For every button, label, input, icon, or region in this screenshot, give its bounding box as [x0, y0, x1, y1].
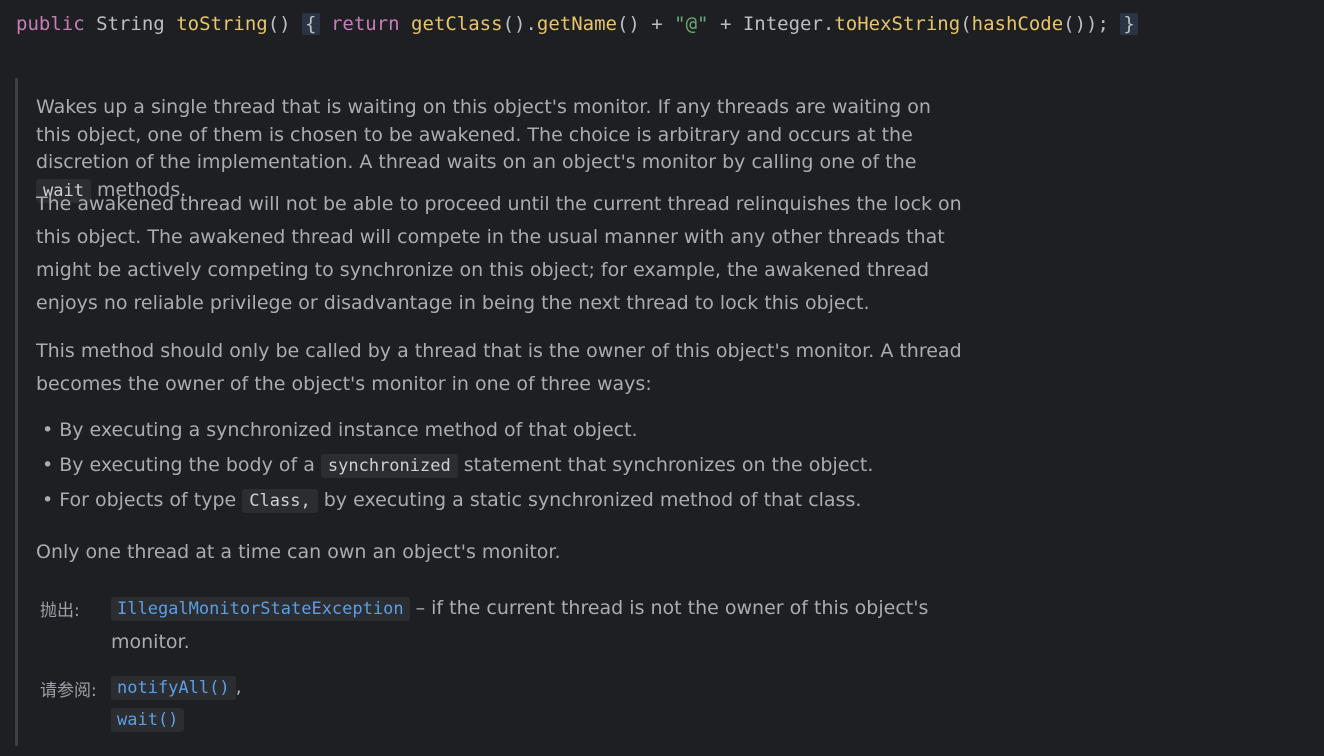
- bullet-list: • By executing a synchronized instance me…: [42, 414, 962, 519]
- throws-section: IllegalMonitorStateException – if the cu…: [111, 592, 961, 659]
- link-wait[interactable]: wait(): [111, 708, 185, 732]
- see-also-separator: ,: [235, 676, 242, 698]
- link-notifyall[interactable]: notifyAll(): [111, 676, 236, 700]
- list-item: • For objects of type Class, by executing…: [42, 484, 962, 519]
- code-dot: ().: [502, 13, 537, 35]
- inline-code-synchronized: synchronized: [320, 454, 458, 478]
- doc-paragraph-3: This method should only be called by a t…: [36, 340, 962, 395]
- see-also-section: notifyAll(), wait(): [111, 672, 511, 736]
- doc-paragraph-4: Only one thread at a time can own an obj…: [36, 541, 561, 563]
- see-also-label: 请参阅:: [40, 681, 97, 701]
- link-illegalmonitorstateexception[interactable]: IllegalMonitorStateException: [111, 597, 410, 621]
- keyword-public: public: [16, 13, 85, 35]
- see-also-item: wait(): [111, 704, 511, 736]
- list-item: • By executing the body of a synchronized…: [42, 449, 962, 484]
- folded-open-brace[interactable]: {: [302, 13, 320, 35]
- method-parens: (): [267, 13, 291, 35]
- list-item-text: by executing a static synchronized metho…: [317, 489, 862, 511]
- type-string: String: [96, 13, 165, 35]
- see-also-item: notifyAll(),: [111, 672, 511, 704]
- bullet-dot-icon: •: [42, 419, 54, 441]
- javadoc-panel: Wakes up a single thread that is waiting…: [15, 78, 978, 746]
- doc-paragraph-2: The awakened thread will not be able to …: [36, 193, 962, 314]
- method-name: toString: [176, 13, 268, 35]
- code-tail: ());: [1063, 13, 1109, 35]
- call-getclass: getClass: [411, 13, 503, 35]
- call-tohexstring: toHexString: [834, 13, 961, 35]
- call-hashcode: hashCode: [971, 13, 1064, 35]
- code-lparen: (: [960, 13, 972, 35]
- list-item-text: By executing a synchronized instance met…: [59, 419, 638, 441]
- bullet-dot-icon: •: [42, 454, 54, 476]
- bullet-dot-icon: •: [42, 489, 54, 511]
- code-line-tostring[interactable]: public String toString() { return getCla…: [16, 10, 1138, 40]
- list-item: • By executing a synchronized instance me…: [42, 414, 962, 449]
- call-getname: getName: [536, 13, 617, 35]
- list-item-text: By executing the body of a: [59, 454, 321, 476]
- throws-label: 抛出:: [40, 601, 80, 621]
- keyword-return: return: [330, 13, 400, 35]
- list-item-text: For objects of type: [59, 489, 243, 511]
- list-item-text: statement that synchronizes on the objec…: [457, 454, 874, 476]
- code-plus: () +: [616, 13, 675, 35]
- folded-close-brace[interactable]: }: [1120, 13, 1138, 35]
- string-literal: "@": [674, 13, 709, 35]
- doc-text: Wakes up a single thread that is waiting…: [36, 96, 931, 173]
- code-integer: + Integer.: [708, 13, 835, 35]
- inline-code-class: Class,: [242, 489, 318, 513]
